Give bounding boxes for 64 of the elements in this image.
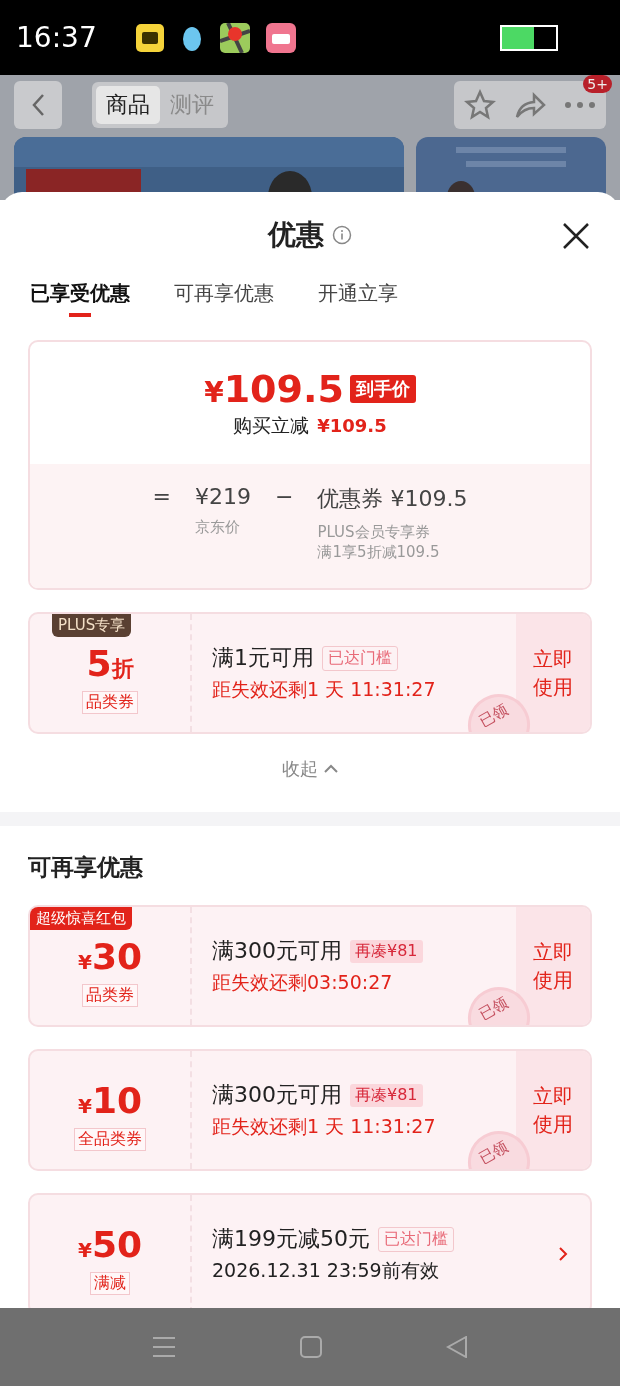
coupon-amount: 5折: [86, 644, 134, 686]
coupon-amount: ¥10: [78, 1081, 142, 1123]
share-icon[interactable]: [514, 91, 546, 119]
operator: =: [152, 484, 171, 511]
coupon-type: 满减: [90, 1272, 130, 1295]
coupon-expiry: 2026.12.31 23:59前有效: [212, 1258, 440, 1283]
coupon-amount: ¥30: [78, 937, 142, 979]
menu-icon[interactable]: [152, 1336, 176, 1358]
battery-icon: [500, 24, 558, 51]
coupon-expiry: 距失效还剩1 天 11:31:27: [212, 677, 437, 702]
coupon-condition: 满300元可用: [212, 1081, 342, 1109]
more-icon[interactable]: [564, 101, 596, 109]
final-price: ¥109.5: [204, 367, 344, 411]
coupon-type: 品类券: [82, 691, 138, 714]
coupon-card[interactable]: PLUS专享 5折 品类券 满1元可用 已达门槛 距失效还剩1 天 11:31:27 立即使用 已领: [28, 612, 592, 734]
clock: 16:37: [16, 21, 98, 54]
coupon-type: 全品类券: [74, 1128, 146, 1151]
back-icon[interactable]: [446, 1336, 468, 1358]
use-now-button[interactable]: 立即使用: [516, 614, 590, 732]
term-note: 满1享5折减109.5: [317, 542, 441, 562]
coupon-condition: 满199元减50元: [212, 1225, 370, 1253]
chevron-right-icon[interactable]: [558, 1246, 568, 1262]
back-button[interactable]: [14, 81, 62, 129]
notification-badge: 5+: [583, 75, 612, 93]
home-icon[interactable]: [300, 1336, 322, 1358]
sheet-title: 优惠: [268, 217, 324, 253]
term-note: PLUS会员专享券: [317, 522, 431, 542]
operator: −: [275, 484, 294, 511]
coupon-badge: PLUS专享: [52, 614, 132, 637]
coupon-type: 品类券: [82, 984, 138, 1007]
back-icon[interactable]: [31, 93, 45, 117]
coupon-condition: 满300元可用: [212, 937, 342, 965]
coupon-tag: 已达门槛: [378, 1226, 454, 1252]
coupon-tag: 再凑¥81: [350, 939, 423, 963]
coupon-tag: 已达门槛: [322, 645, 398, 671]
price-tag: 到手价: [349, 375, 416, 403]
use-now-button[interactable]: 立即使用: [516, 1051, 590, 1169]
coupon-expiry: 距失效还剩03:50:27: [212, 970, 394, 995]
app-icon: [136, 23, 164, 52]
coupon-tag: 再凑¥81: [350, 1083, 423, 1107]
tab[interactable]: 开通立享: [318, 278, 398, 317]
price-term: ¥219: [195, 484, 251, 509]
coupon-card[interactable]: ¥10 全品类券 满300元可用 再凑¥81 距失效还剩1 天 11:31:27 立即使用 已领: [28, 1049, 592, 1171]
chevron-up-icon: [324, 764, 338, 774]
use-now-button[interactable]: 立即使用: [516, 907, 590, 1025]
tab[interactable]: 可再享优惠: [174, 278, 274, 317]
coupon-expiry: 距失效还剩1 天 11:31:27: [212, 1114, 437, 1139]
term-note: 京东价: [195, 517, 241, 537]
coupon-badge: 超级惊喜红包: [30, 907, 132, 930]
app-icon: [266, 22, 296, 53]
star-icon[interactable]: [464, 89, 496, 121]
section-title: 可再享优惠: [27, 853, 144, 882]
saving-amount: ¥109.5: [317, 415, 387, 436]
info-icon[interactable]: [332, 225, 352, 245]
saving-label: 购买立减: [233, 413, 310, 438]
map-icon: [220, 22, 250, 53]
price-term: 优惠券 ¥109.5: [317, 485, 468, 513]
coupon-amount: ¥50: [78, 1225, 142, 1267]
collapse-button[interactable]: 收起: [276, 756, 344, 782]
coupon-condition: 满1元可用: [212, 644, 314, 672]
coupon-card[interactable]: 超级惊喜红包 ¥30 品类券 满300元可用 再凑¥81 距失效还剩03:50:27 立即使用 已领: [28, 905, 592, 1027]
close-icon[interactable]: [562, 222, 590, 250]
view-tab[interactable]: 商品: [96, 86, 160, 124]
coupon-card[interactable]: ¥50 满减 满199元减50元 已达门槛 2026.12.31 23:59前有效: [28, 1193, 592, 1308]
